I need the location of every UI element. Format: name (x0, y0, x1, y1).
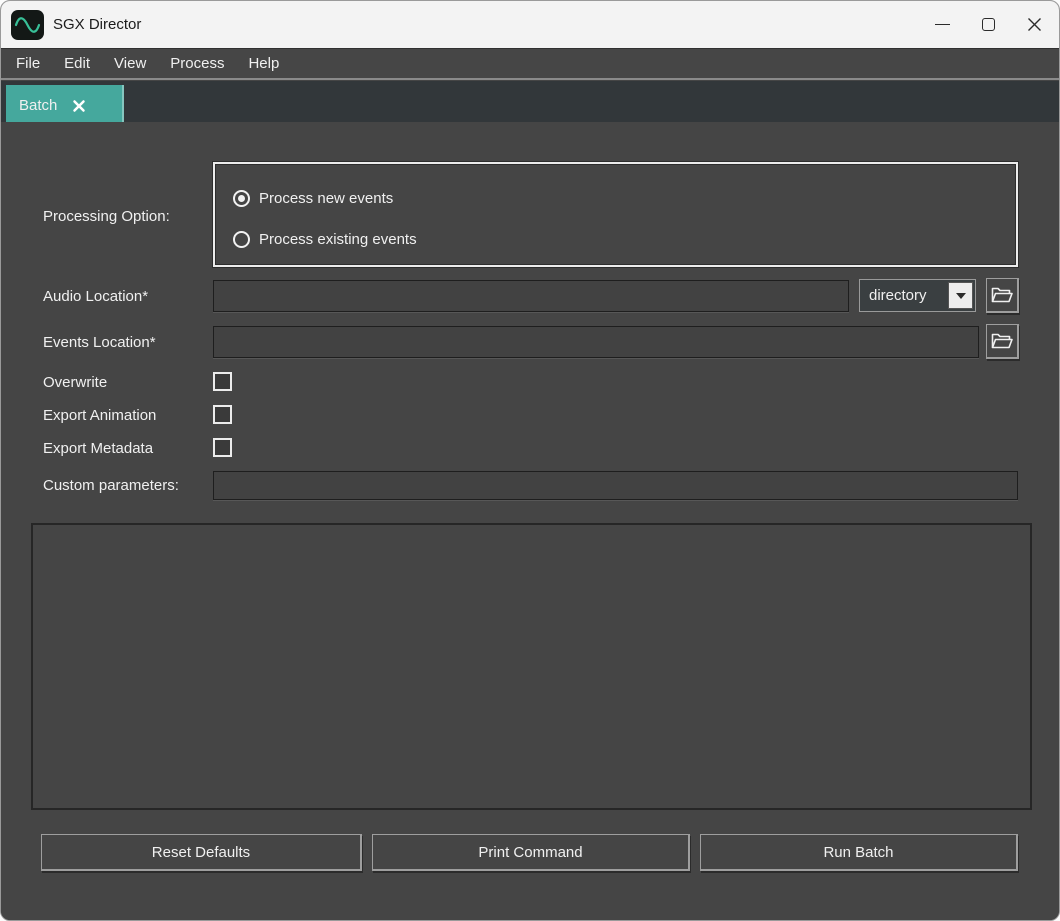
titlebar: SGX Director (1, 1, 1059, 48)
radio-process-new-events-label: Process new events (259, 190, 393, 207)
export-metadata-checkbox[interactable] (213, 438, 232, 457)
minimize-button[interactable] (919, 1, 965, 48)
close-icon (1027, 17, 1042, 32)
tab-batch-label: Batch (19, 97, 57, 114)
radio-dot (238, 195, 245, 202)
custom-parameters-input[interactable] (213, 471, 1018, 500)
radio-process-existing-events[interactable] (233, 231, 250, 248)
audio-location-type-select[interactable]: directory (859, 279, 976, 312)
processing-option-label: Processing Option: (43, 208, 170, 226)
menubar: File Edit View Process Help (1, 48, 1059, 80)
events-location-input[interactable] (213, 326, 979, 358)
overwrite-checkbox[interactable] (213, 372, 232, 391)
minimize-icon (935, 24, 950, 25)
app-icon (11, 10, 44, 40)
tab-batch[interactable]: Batch (6, 85, 124, 126)
output-log[interactable] (31, 523, 1032, 810)
radio-row-process-new-events[interactable]: Process new events (233, 188, 393, 208)
menu-item-edit[interactable]: Edit (52, 49, 102, 78)
audio-location-input[interactable] (213, 280, 849, 312)
custom-parameters-label: Custom parameters: (43, 477, 179, 495)
reset-defaults-button[interactable]: Reset Defaults (41, 834, 362, 871)
menu-item-file[interactable]: File (4, 49, 52, 78)
export-animation-label: Export Animation (43, 407, 156, 425)
overwrite-label: Overwrite (43, 374, 107, 392)
folder-icon (991, 332, 1013, 350)
audio-location-type-value: directory (860, 287, 948, 304)
close-button[interactable] (1011, 1, 1057, 48)
radio-process-existing-events-label: Process existing events (259, 231, 417, 248)
radio-row-process-existing-events[interactable]: Process existing events (233, 229, 417, 249)
menu-item-help[interactable]: Help (236, 49, 291, 78)
tabbar: Batch (1, 81, 1059, 122)
audio-location-label: Audio Location* (43, 288, 148, 306)
app-window: SGX Director File Edit View Process Help… (0, 0, 1060, 921)
processing-option-group: Process new events Process existing even… (213, 162, 1018, 267)
tab-close-icon[interactable] (72, 99, 86, 113)
sine-wave-icon (14, 14, 41, 36)
menu-item-view[interactable]: View (102, 49, 158, 78)
folder-icon (991, 286, 1013, 304)
batch-panel: Processing Option: Process new events Pr… (1, 122, 1059, 920)
radio-process-new-events[interactable] (233, 190, 250, 207)
export-animation-checkbox[interactable] (213, 405, 232, 424)
audio-location-browse-button[interactable] (986, 278, 1019, 313)
menu-item-process[interactable]: Process (158, 49, 236, 78)
events-location-label: Events Location* (43, 334, 156, 352)
export-metadata-label: Export Metadata (43, 440, 153, 458)
run-batch-button[interactable]: Run Batch (700, 834, 1018, 871)
print-command-button[interactable]: Print Command (372, 834, 690, 871)
chevron-down-icon[interactable] (948, 282, 973, 309)
window-controls (919, 1, 1059, 48)
window-title: SGX Director (53, 16, 141, 33)
events-location-browse-button[interactable] (986, 324, 1019, 359)
maximize-button[interactable] (965, 1, 1011, 48)
maximize-icon (982, 18, 995, 31)
